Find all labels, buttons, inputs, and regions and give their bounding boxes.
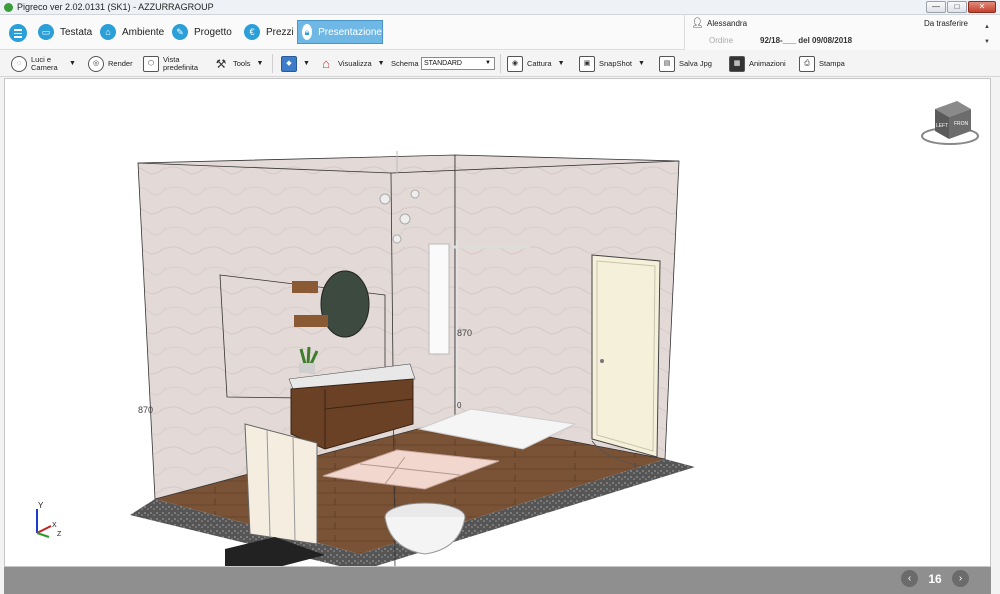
scene-canvas[interactable]: 870 870 0 LEFT FRON Y X Z: [5, 79, 991, 567]
default-view-label: Vista predefinita: [163, 54, 199, 72]
transfer-label: Da trasferire: [923, 19, 968, 28]
window-title: Pigreco ver 2.02.0131 (SK1) - AZZURRAGRO…: [17, 2, 214, 12]
animations-label: Animazioni: [749, 58, 786, 68]
render-button[interactable]: ◎ Render: [88, 53, 133, 74]
nav-testata[interactable]: ▭ Testata: [38, 21, 92, 43]
tools-label: Tools: [233, 58, 251, 68]
nav-ambiente-label: Ambiente: [122, 26, 165, 38]
default-view-button[interactable]: ⬡ Vista predefinita: [143, 53, 203, 74]
cube-front-face: FRON: [954, 121, 969, 127]
lightbulb-icon: ◌: [11, 55, 27, 72]
nav-progetto-label: Progetto: [194, 26, 232, 38]
user-icon: 👤︎: [691, 18, 704, 29]
window-controls: — □ ✕: [926, 1, 996, 13]
pager: ‹ 16 ›: [901, 570, 969, 587]
save-jpg-button[interactable]: ▤ Salva Jpg: [659, 53, 712, 74]
capture-button[interactable]: ◉ Cattura ▼: [507, 53, 565, 74]
visualize-label: Visualizza: [338, 58, 372, 68]
chevron-down-icon[interactable]: ▼: [378, 60, 385, 68]
axis-y-label: Y: [38, 501, 44, 510]
door: [591, 254, 661, 458]
chevron-down-icon[interactable]: ▼: [303, 60, 310, 68]
user-panel: 👤︎ Alessandra Ordine 92/18-___ del 09/08…: [684, 15, 1000, 50]
animations-button[interactable]: ▦ Animazioni: [729, 53, 786, 74]
view-cube-icon: ◆: [281, 55, 297, 72]
schema-select[interactable]: STANDARD ▼: [421, 57, 495, 70]
prev-page-button[interactable]: ‹: [901, 570, 918, 587]
mirror: [320, 270, 370, 338]
print-label: Stampa: [819, 58, 845, 68]
order-label: Ordine: [709, 36, 734, 45]
schema-label: Schema: [391, 58, 419, 68]
snapshot-button[interactable]: ▣ SnapShot ▼: [579, 53, 645, 74]
nav-prezzi-label: Prezzi: [266, 26, 294, 38]
screen-icon: ▭: [38, 24, 54, 40]
toolbar-divider: [272, 54, 273, 73]
render-icon: ◎: [88, 55, 104, 72]
nav-presentazione-label: Presentazione: [318, 26, 382, 38]
euro-icon: €: [244, 24, 260, 40]
tools-button[interactable]: ⚒ Tools ▼: [213, 53, 264, 74]
snapshot-label: SnapShot: [599, 58, 632, 68]
title-bar: Pigreco ver 2.02.0131 (SK1) - AZZURRAGRO…: [0, 0, 1000, 15]
user-name: Alessandra: [707, 19, 748, 28]
3d-viewport[interactable]: 870 870 0 LEFT FRON Y X Z: [4, 78, 991, 567]
cube-icon: ⬡: [143, 55, 159, 72]
view-cube-button[interactable]: ◆ ▼: [281, 53, 310, 74]
lights-camera-label: Luci e Camera: [31, 54, 58, 72]
lights-camera-button[interactable]: ◌ Luci e Camera ▼: [11, 53, 76, 74]
close-button[interactable]: ✕: [968, 1, 996, 13]
nav-progetto[interactable]: ✎ Progetto: [172, 21, 232, 43]
toolbar-divider: [500, 54, 501, 73]
nav-testata-label: Testata: [60, 26, 93, 38]
minimize-button[interactable]: —: [926, 1, 946, 13]
lock-icon: 🔒︎: [302, 24, 313, 40]
chevron-down-icon[interactable]: ▼: [69, 60, 76, 68]
print-button[interactable]: ⎙ Stampa: [799, 53, 845, 74]
chevron-down-icon[interactable]: ▼: [257, 60, 264, 68]
capture-label: Cattura: [527, 58, 552, 68]
status-bar: ‹ 16 ›: [4, 567, 991, 594]
visualize-button[interactable]: ⌂ Visualizza ▼: [318, 53, 385, 74]
save-jpg-label: Salva Jpg: [679, 58, 712, 68]
pencil-icon: ✎: [172, 24, 188, 40]
schema-value: STANDARD: [424, 60, 462, 67]
chevron-down-icon[interactable]: ▼: [558, 60, 565, 68]
dimension-left: 870: [138, 405, 153, 415]
clapper-icon: ▦: [729, 55, 745, 72]
chevron-down-icon[interactable]: ▼: [638, 60, 645, 68]
cube-left-face: LEFT: [936, 123, 948, 129]
house-view-icon: ⌂: [322, 55, 330, 71]
nav-prezzi[interactable]: € Prezzi: [244, 21, 294, 43]
camera-icon: ◉: [507, 55, 523, 72]
maximize-button[interactable]: □: [947, 1, 967, 13]
wall-shelf: [294, 315, 328, 327]
shower-panel: [428, 243, 450, 355]
dimension-center: 870: [457, 328, 472, 338]
order-value: 92/18-___ del 09/08/2018: [760, 36, 853, 45]
axis-gizmo: Y X Z: [36, 501, 62, 538]
image-icon: ▤: [659, 55, 675, 72]
page-number: 16: [928, 571, 942, 586]
chevron-down-icon: ▼: [485, 60, 491, 66]
panel-scroll[interactable]: ▲ ▼: [984, 20, 990, 50]
toolbar: ◌ Luci e Camera ▼ ◎ Render ⬡ Vista prede…: [0, 50, 1000, 77]
axis-x-label: X: [52, 522, 57, 529]
render-label: Render: [108, 58, 133, 68]
menu-icon[interactable]: [9, 24, 27, 42]
nav-presentazione[interactable]: 🔒︎ Presentazione: [297, 20, 383, 44]
next-page-button[interactable]: ›: [952, 570, 969, 587]
tools-icon: ⚒: [215, 56, 227, 71]
app-logo-icon: [4, 2, 13, 12]
wall-shelf: [292, 281, 318, 293]
app-window: Pigreco ver 2.02.0131 (SK1) - AZZURRAGRO…: [0, 0, 1000, 594]
towel-radiator: [244, 423, 318, 545]
dimension-zero: 0: [457, 401, 462, 410]
printer-icon: ⎙: [799, 55, 815, 72]
axis-z-label: Z: [57, 531, 62, 538]
home-icon: ⌂: [100, 24, 116, 40]
snapshot-icon: ▣: [579, 55, 595, 72]
navigation-cube[interactable]: LEFT FRON: [921, 101, 979, 145]
nav-ambiente[interactable]: ⌂ Ambiente: [100, 21, 164, 43]
